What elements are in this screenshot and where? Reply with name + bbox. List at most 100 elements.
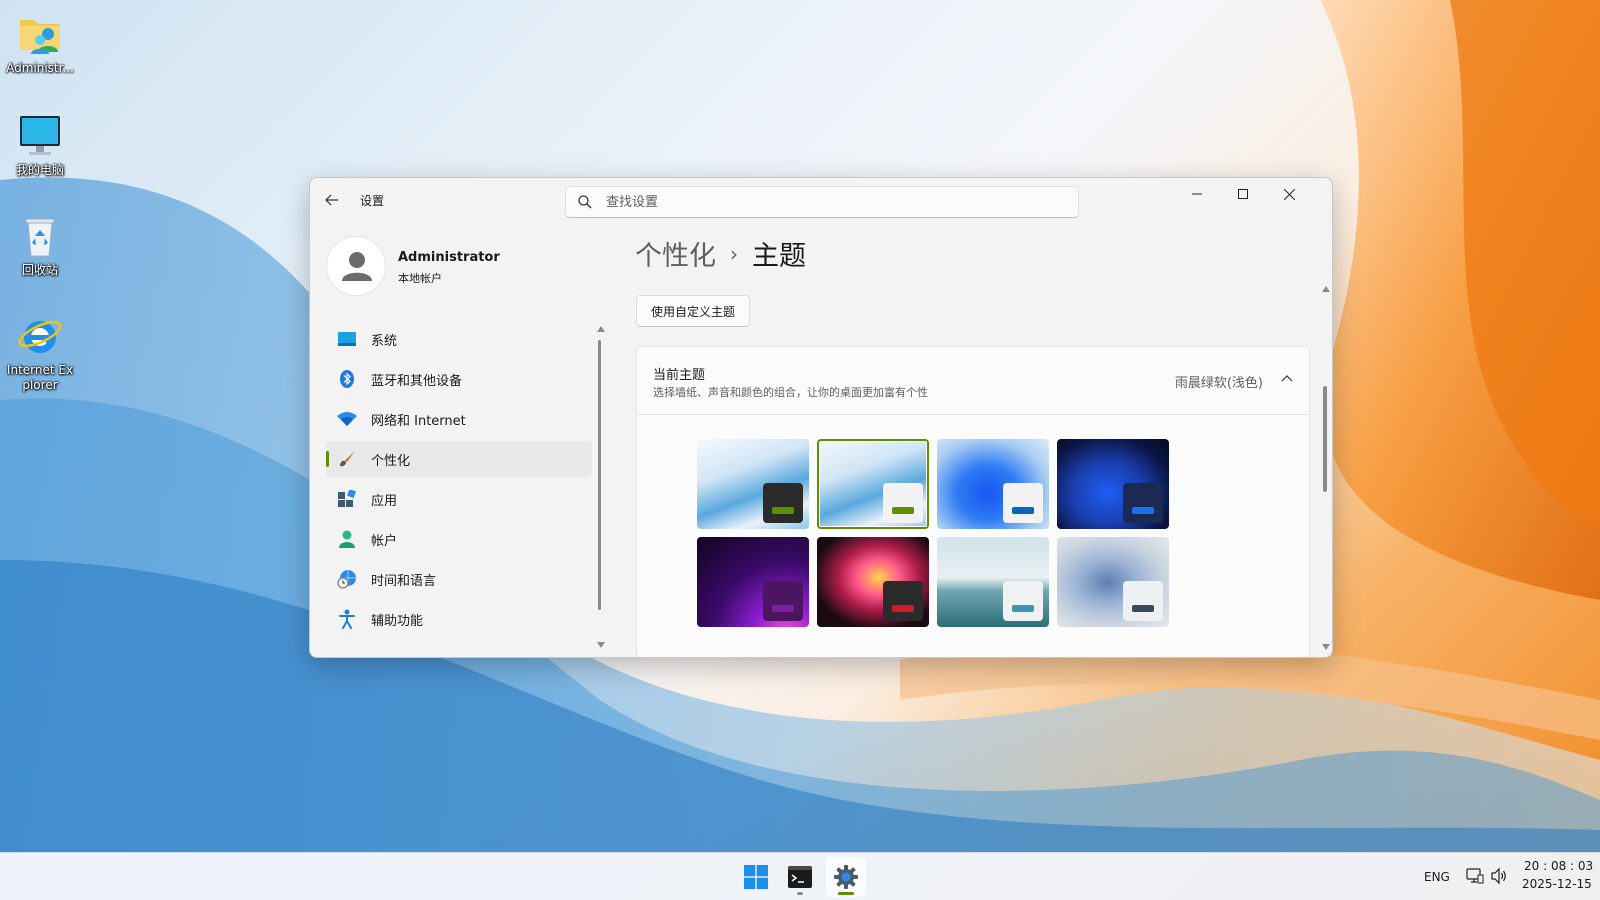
theme-accent-bar [772,605,794,612]
sidebar-item-network[interactable]: 网络和 Internet [326,401,592,437]
theme-swatch [763,581,803,621]
theme-swatch [1003,483,1043,523]
theme-tile[interactable] [1057,537,1169,627]
chevron-up-icon [1281,375,1293,382]
sidebar-item-system[interactable]: 系统 [326,321,592,357]
sidebar-item-personalization[interactable]: 个性化 [326,441,592,477]
internet-explorer-icon [16,312,64,360]
theme-accent-bar [892,605,914,612]
scroll-down-arrow-icon[interactable] [1322,644,1330,650]
theme-tile[interactable] [697,439,809,529]
scroll-down-arrow-icon[interactable] [597,642,605,648]
minimize-button[interactable] [1174,178,1220,210]
sidebar-item-label: 蓝牙和其他设备 [371,373,463,389]
sidebar-scrollbar[interactable] [597,326,605,648]
breadcrumb-parent[interactable]: 个性化 [635,234,716,273]
avatar [326,236,386,296]
desktop-icon-administrator[interactable]: Administr... [4,10,76,76]
theme-accent-bar [1012,605,1034,612]
sidebar-item-accessibility[interactable]: 辅助功能 [326,601,592,637]
recycle-bin-icon [16,212,64,260]
content-scrollbar[interactable] [1322,286,1330,650]
sidebar-item-label: 个性化 [371,453,411,469]
theme-tile[interactable] [1057,439,1169,529]
theme-accent-bar [1132,507,1154,514]
theme-tile[interactable] [937,439,1049,529]
theme-swatch [763,483,803,523]
sidebar-item-label: 应用 [371,493,398,509]
sidebar-item-label: 帐户 [371,533,398,549]
terminal-icon [788,866,812,888]
sidebar-item-label: 系统 [371,333,398,349]
theme-accent-bar [772,507,794,514]
scroll-up-arrow-icon[interactable] [1322,286,1330,292]
current-theme-value: 雨晨绿软(浅色) [1174,376,1263,391]
desktop-icon-label: 我的电脑 [15,163,64,177]
desktop-icon-label: Internet Explorer [6,363,74,392]
theme-tile[interactable] [937,537,1049,627]
sidebar-item-label: 辅助功能 [371,613,424,629]
desktop-icon-label: 回收站 [21,263,58,277]
user-profile[interactable]: Administrator 本地帐户 [326,236,596,300]
scrollbar-thumb[interactable] [1323,386,1327,492]
close-button[interactable] [1266,178,1312,210]
close-icon [1283,188,1295,200]
start-button[interactable] [736,857,776,897]
settings-window: 设置 Administrator 本地帐户 系统 [309,177,1333,658]
breadcrumb: 个性化 › 主题 [635,234,806,273]
desktop-icon-recycle-bin[interactable]: 回收站 [4,212,76,278]
search-input[interactable] [606,192,1066,212]
clock-date[interactable]: 2025-12-15 [1522,877,1592,891]
input-language[interactable]: ENG [1424,870,1450,884]
theme-accent-bar [1132,605,1154,612]
terminal-button[interactable] [780,857,820,897]
current-theme-card: 当前主题 选择墙纸、声音和颜色的组合，让你的桌面更加富有个性 雨晨绿软(浅色) [636,346,1310,657]
sidebar-item-apps[interactable]: 应用 [326,481,592,517]
gear-icon [834,865,858,889]
theme-tile[interactable] [817,537,929,627]
scrollbar-thumb[interactable] [598,340,601,610]
clock-time[interactable]: 20 : 08 : 03 [1524,859,1593,873]
system-icon [337,329,357,349]
custom-theme-button[interactable]: 使用自定义主题 [636,295,751,327]
sidebar-item-bluetooth[interactable]: 蓝牙和其他设备 [326,361,592,397]
theme-swatch [1123,581,1163,621]
app-title: 设置 [360,194,385,208]
theme-swatch [883,483,923,523]
current-theme-subtitle: 选择墙纸、声音和颜色的组合，让你的桌面更加富有个性 [653,386,928,399]
user-name: Administrator [398,250,500,265]
back-button[interactable] [320,188,344,212]
theme-grid [697,439,1169,627]
user-avatar-icon [342,252,372,281]
volume-icon[interactable] [1490,867,1508,889]
active-indicator [838,892,854,895]
arrow-left-icon [325,194,338,206]
bluetooth-icon [337,369,357,389]
maximize-button[interactable] [1220,178,1266,210]
theme-tile[interactable] [697,537,809,627]
taskbar: ENG 20 : 08 : 03 2025-12-15 [0,852,1600,900]
accessibility-icon [337,609,357,629]
desktop-icon-my-computer[interactable]: 我的电脑 [4,112,76,178]
sidebar-item-time-language[interactable]: 时间和语言 [326,561,592,597]
desktop-icon-label: Administr... [6,61,74,75]
running-indicator [797,892,803,895]
settings-button[interactable] [826,857,866,897]
account-type: 本地帐户 [398,272,442,285]
theme-tile[interactable] [817,439,929,529]
current-theme-header[interactable]: 当前主题 选择墙纸、声音和颜色的组合，让你的桌面更加富有个性 雨晨绿软(浅色) [637,347,1309,415]
sidebar-item-label: 网络和 Internet [371,413,466,429]
brush-icon [337,449,357,469]
scroll-up-arrow-icon[interactable] [597,326,605,332]
windows-icon [744,865,768,889]
network-status-icon[interactable] [1466,867,1484,889]
apps-icon [337,489,357,509]
desktop-icon-internet-explorer[interactable]: Internet Explorer [4,312,76,393]
sidebar-item-accounts[interactable]: 帐户 [326,521,592,557]
search-box[interactable] [565,186,1079,218]
breadcrumb-separator: › [730,241,738,266]
page-title: 主题 [752,241,806,272]
maximize-icon [1238,189,1248,199]
minimize-icon [1192,193,1202,195]
user-folder-icon [16,10,64,58]
